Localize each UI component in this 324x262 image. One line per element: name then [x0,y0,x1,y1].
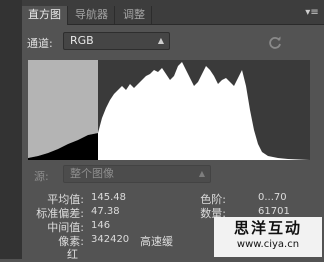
count-value: 61701 [258,206,290,217]
median-value: 146 [91,220,111,231]
levels-value: 0...70 [258,192,287,203]
channel-select[interactable]: RGB ▲ [63,32,170,50]
chevron-updown-icon: ▲ [198,169,205,178]
source-select-value: 整个图像 [70,167,114,180]
source-select: 整个图像 ▲ [63,165,211,183]
mean-value: 145.48 [91,192,126,203]
histogram-graph [28,60,310,160]
panel-tab-bar: 直方图 导航器 调整 ▾≡ [22,0,324,25]
watermark-title: 思洋互动 [233,219,302,237]
cache-label: 高速缓 [140,235,173,248]
source-label: 源: [34,170,49,183]
panel-menu-icon[interactable]: ▾≡ [304,7,320,19]
pixels-value: 342420 [91,234,130,245]
std-dev-value: 47.38 [91,206,120,217]
chevron-updown-icon: ▲ [157,36,164,45]
tab-histogram[interactable]: 直方图 [22,6,68,25]
channel-select-value: RGB [70,34,94,47]
watermark-url: www.ciya.cn [236,239,300,250]
channel-label: 通道: [27,37,53,50]
tab-navigator[interactable]: 导航器 [69,6,115,24]
left-dock-strip [0,0,22,259]
refresh-icon[interactable] [268,36,282,50]
red-partial-label: 红 [67,248,78,261]
tab-adjustments[interactable]: 调整 [117,6,152,24]
site-watermark: 思洋互动 www.ciya.cn [214,217,322,257]
